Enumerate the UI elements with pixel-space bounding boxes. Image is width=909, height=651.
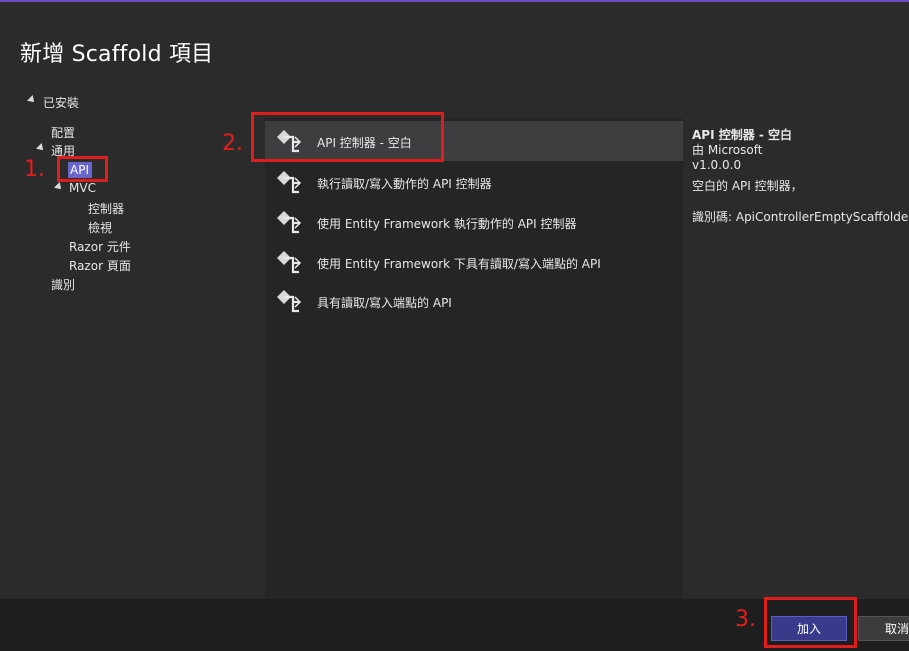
list-item-label: 執行讀取/寫入動作的 API 控制器 [317, 177, 492, 191]
annotation-box-api [57, 156, 108, 182]
details-id: 識別碼: ApiControllerEmptyScaffolder [692, 210, 909, 224]
tree-item-razor-page[interactable]: Razor 頁面 [69, 257, 131, 274]
tree-item-razor-component[interactable]: Razor 元件 [69, 238, 131, 255]
cancel-button[interactable]: 取消 [858, 616, 909, 641]
api-controller-icon [277, 251, 302, 274]
list-item-api-endpoints[interactable]: 具有讀取/寫入端點的 API [265, 281, 683, 321]
dialog-titlebar: 新增 Scaffold 項目 [0, 2, 909, 88]
dialog-title: 新增 Scaffold 項目 [20, 42, 214, 67]
list-item-label: 使用 Entity Framework 下具有讀取/寫入端點的 API [317, 257, 601, 271]
api-controller-icon [277, 171, 302, 194]
tree-item-view[interactable]: 檢視 [88, 219, 112, 236]
list-item-label: 具有讀取/寫入端點的 API [317, 296, 452, 310]
list-item-api-ef-actions[interactable]: 使用 Entity Framework 執行動作的 API 控制器 [265, 202, 683, 242]
tree-item-config[interactable]: 配置 [51, 124, 75, 141]
api-controller-icon [277, 290, 302, 313]
tree-item-installed[interactable]: 已安裝 [43, 94, 79, 111]
annotation-box-list-item [251, 112, 444, 162]
scaffold-list: API 控制器 - 空白 執行讀取/寫入動作的 API 控制器 使用 Entit… [265, 118, 683, 599]
details-description: 空白的 API 控制器， [692, 179, 803, 193]
details-panel: API 控制器 - 空白 由 Microsoft v1.0.0.0 空白的 AP… [692, 128, 909, 225]
api-controller-icon [277, 211, 302, 234]
details-author: 由 Microsoft [692, 143, 763, 157]
tree-item-controller[interactable]: 控制器 [88, 200, 124, 217]
details-name: API 控制器 - 空白 [692, 128, 793, 142]
annotation-box-add-button [764, 597, 857, 648]
annotation-step-1: 1. [24, 157, 45, 182]
annotation-step-2: 2. [222, 131, 243, 156]
tree-item-identity[interactable]: 識別 [51, 276, 75, 293]
details-version: v1.0.0.0 [692, 158, 742, 172]
annotation-step-3: 3. [735, 607, 756, 632]
tree-item-mvc[interactable]: MVC [69, 181, 96, 195]
list-item-api-ef-endpoints[interactable]: 使用 Entity Framework 下具有讀取/寫入端點的 API [265, 242, 683, 282]
list-item-label: 使用 Entity Framework 執行動作的 API 控制器 [317, 217, 577, 231]
list-item-api-readwrite[interactable]: 執行讀取/寫入動作的 API 控制器 [265, 162, 683, 202]
